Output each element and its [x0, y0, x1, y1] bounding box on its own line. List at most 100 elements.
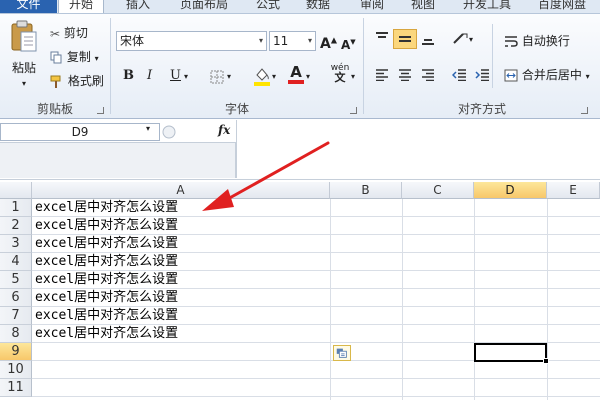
cell-a1[interactable]: excel居中对齐怎么设置 [35, 199, 178, 217]
phonetic-dropdown-icon[interactable]: ▾ [351, 69, 355, 85]
font-name-select[interactable]: 宋体 ▾ [116, 31, 267, 51]
phonetic-icon: 文 [334, 71, 346, 84]
gridline [32, 396, 600, 397]
row-header-10[interactable]: 10 [0, 361, 32, 379]
cut-button[interactable]: ✂ 剪切 [50, 25, 88, 42]
align-left-icon[interactable] [375, 69, 389, 81]
font-color-button[interactable]: A [288, 64, 304, 84]
orientation-icon[interactable] [451, 31, 469, 45]
tab-insert[interactable]: 插入 [120, 0, 156, 13]
chevron-down-icon: ▾ [258, 36, 263, 45]
alignment-group: ▾ 自动换行 合并后居中 ▾ 对齐方式 [364, 14, 600, 119]
column-header-c[interactable]: C [402, 182, 474, 199]
merge-center-label: 合并后居中 [521, 68, 582, 82]
font-group: 宋体 ▾ 11 ▾ A▲ A▼ B I U ▾ ▾ ▾ A ▾ wén 文 ▾ … [111, 14, 363, 119]
align-right-icon[interactable] [421, 69, 435, 81]
tab-data[interactable]: 数据 [300, 0, 336, 13]
shrink-font-button[interactable]: A▼ [341, 34, 356, 53]
row-header-9[interactable]: 9 [0, 343, 32, 361]
selected-cell-d9[interactable] [474, 343, 547, 362]
tab-file[interactable]: 文件 [0, 0, 57, 13]
fill-color-dropdown-icon[interactable]: ▾ [272, 69, 276, 85]
clipboard-dialog-launcher-icon[interactable] [97, 107, 104, 114]
row-header-2[interactable]: 2 [0, 217, 32, 235]
font-size-select[interactable]: 11 ▾ [269, 31, 316, 51]
name-box[interactable]: D9 [0, 123, 160, 141]
bold-button[interactable]: B [123, 68, 134, 84]
row-header-11[interactable]: 11 [0, 379, 32, 397]
align-middle-icon [399, 36, 411, 42]
phonetic-guide-button[interactable]: wén 文 [330, 64, 350, 84]
row-header-1[interactable]: 1 [0, 199, 32, 217]
ribbon-separator [492, 24, 493, 88]
align-center-icon[interactable] [398, 69, 412, 81]
align-bottom-icon[interactable] [421, 34, 435, 46]
grow-font-button[interactable]: A▲ [320, 32, 337, 52]
row-header-6[interactable]: 6 [0, 289, 32, 307]
tab-review[interactable]: 审阅 [354, 0, 390, 13]
column-header-e[interactable]: E [547, 182, 600, 199]
select-all-corner[interactable] [0, 182, 32, 199]
underline-button[interactable]: U [170, 68, 181, 84]
ribbon-tabs: 文件 开始 插入 页面布局 公式 数据 审阅 视图 开发工具 百度网盘 [0, 0, 600, 14]
tab-page-layout[interactable]: 页面布局 [174, 0, 234, 13]
italic-button[interactable]: I [147, 68, 152, 84]
font-dialog-launcher-icon[interactable] [350, 107, 357, 114]
ribbon: 粘贴 ▾ ✂ 剪切 复制 ▾ 格式刷 剪贴板 宋体 ▾ 11 ▾ A▲ A▼ B… [0, 14, 600, 119]
font-color-dropdown-icon[interactable]: ▾ [306, 69, 310, 85]
align-middle-button[interactable] [393, 29, 417, 49]
cell-a4[interactable]: excel居中对齐怎么设置 [35, 253, 178, 271]
alignment-dialog-launcher-icon[interactable] [581, 107, 588, 114]
tab-developer[interactable]: 开发工具 [457, 0, 517, 13]
cell-a3[interactable]: excel居中对齐怎么设置 [35, 235, 178, 253]
borders-dropdown-icon[interactable]: ▾ [227, 69, 231, 85]
worksheet-grid[interactable]: A B C D E 1 2 3 4 5 6 7 8 9 10 11 excel居… [0, 180, 600, 400]
formula-input[interactable] [236, 120, 600, 178]
row-header-3[interactable]: 3 [0, 235, 32, 253]
clipboard-group-label: 剪贴板 [36, 102, 73, 116]
name-box-dropdown-icon[interactable]: ▾ [146, 124, 150, 133]
fill-color-icon[interactable] [253, 66, 271, 86]
merge-center-icon [504, 69, 518, 82]
row-header-7[interactable]: 7 [0, 307, 32, 325]
chevron-down-icon: ▾ [307, 36, 312, 45]
formula-controls: fx [160, 123, 237, 141]
orientation-dropdown-icon[interactable]: ▾ [469, 32, 473, 48]
row-header-8[interactable]: 8 [0, 325, 32, 343]
copy-dropdown-icon[interactable]: ▾ [95, 54, 99, 63]
cell-a6[interactable]: excel居中对齐怎么设置 [35, 289, 178, 307]
column-header-d[interactable]: D [474, 182, 547, 199]
paste-options-icon[interactable] [333, 345, 351, 361]
row-header-5[interactable]: 5 [0, 271, 32, 289]
format-painter-label: 格式刷 [67, 74, 104, 88]
cell-a2[interactable]: excel居中对齐怎么设置 [35, 217, 178, 235]
merge-center-button[interactable]: 合并后居中 ▾ [504, 67, 590, 85]
formula-bar-gray-area [0, 142, 236, 178]
column-header-a[interactable]: A [32, 182, 330, 199]
tab-formulas[interactable]: 公式 [250, 0, 286, 13]
cell-a7[interactable]: excel居中对齐怎么设置 [35, 307, 178, 325]
row-header-4[interactable]: 4 [0, 253, 32, 271]
font-size-value: 11 [273, 34, 289, 48]
merge-center-dropdown-icon[interactable]: ▾ [586, 72, 590, 81]
decrease-indent-icon[interactable] [452, 69, 467, 81]
wrap-text-button[interactable]: 自动换行 [504, 33, 570, 49]
tab-home[interactable]: 开始 [58, 0, 104, 13]
borders-icon[interactable] [210, 70, 224, 84]
cell-a5[interactable]: excel居中对齐怎么设置 [35, 271, 178, 289]
copy-button[interactable]: 复制 ▾ [50, 49, 99, 67]
insert-function-button[interactable]: fx [218, 123, 230, 137]
column-header-b[interactable]: B [330, 182, 402, 199]
fill-handle[interactable] [543, 358, 549, 364]
underline-dropdown-icon[interactable]: ▾ [184, 69, 188, 85]
formula-bar-splitter-icon[interactable] [162, 124, 176, 140]
cell-a8[interactable]: excel居中对齐怎么设置 [35, 325, 178, 343]
tab-view[interactable]: 视图 [405, 0, 441, 13]
paste-dropdown-icon[interactable]: ▾ [6, 76, 42, 92]
format-painter-button[interactable]: 格式刷 [50, 73, 104, 89]
increase-indent-icon[interactable] [475, 69, 490, 81]
paste-button[interactable]: 粘贴 ▾ [6, 20, 42, 90]
align-top-icon[interactable] [375, 32, 389, 44]
formula-bar: D9 ▾ fx [0, 120, 600, 180]
tab-baidu-netdisk[interactable]: 百度网盘 [532, 0, 592, 13]
